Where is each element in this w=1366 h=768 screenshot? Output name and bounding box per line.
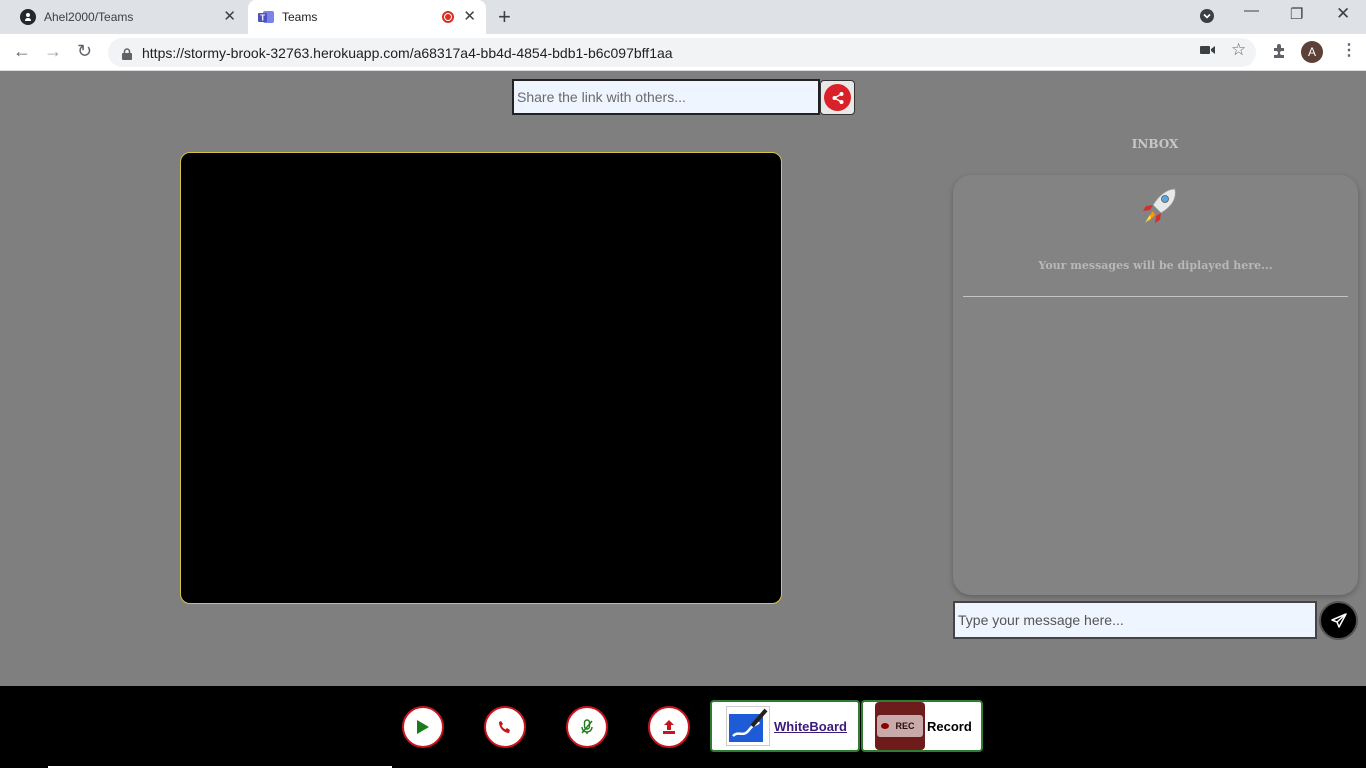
- tab-strip: Ahel2000/Teams ✕ T Teams ✕ + — ❐ ✕: [0, 0, 1366, 34]
- menu-icon[interactable]: ⋮: [1341, 42, 1357, 60]
- control-bar: WhiteBoard REC Record: [0, 686, 1366, 768]
- github-icon: [20, 9, 36, 25]
- message-input[interactable]: [953, 601, 1317, 639]
- share-icon: [824, 84, 851, 111]
- restore-icon[interactable]: ❐: [1290, 5, 1303, 23]
- avatar[interactable]: A: [1301, 41, 1323, 63]
- new-tab-icon[interactable]: +: [498, 6, 511, 28]
- url-text: https://stormy-brook-32763.herokuapp.com…: [142, 44, 673, 61]
- screen-share-button[interactable]: [648, 706, 690, 748]
- bookmark-star-icon[interactable]: ☆: [1231, 41, 1246, 59]
- mic-off-icon: [581, 719, 593, 734]
- window-close-icon[interactable]: ✕: [1336, 4, 1350, 24]
- play-video-button[interactable]: [402, 706, 444, 748]
- record-icon: REC: [875, 702, 925, 750]
- share-button[interactable]: [820, 80, 855, 115]
- tab-search-icon[interactable]: [1199, 8, 1215, 28]
- camera-icon[interactable]: [1200, 43, 1216, 61]
- close-tab-icon[interactable]: ✕: [463, 9, 476, 25]
- mute-mic-button[interactable]: [566, 706, 608, 748]
- inbox-panel: Your messages will be diplayed here...: [953, 175, 1358, 595]
- inbox-empty-message: Your messages will be diplayed here...: [1038, 259, 1273, 272]
- whiteboard-label: WhiteBoard: [774, 718, 847, 734]
- close-tab-icon[interactable]: ✕: [223, 9, 236, 25]
- phone-icon: [499, 721, 510, 733]
- record-badge: REC: [891, 718, 919, 734]
- address-bar[interactable]: https://stormy-brook-32763.herokuapp.com…: [108, 38, 1256, 67]
- end-call-button[interactable]: [484, 706, 526, 748]
- play-icon: [417, 720, 429, 734]
- inbox-divider: [963, 296, 1348, 297]
- tab-title: Teams: [282, 10, 318, 24]
- whiteboard-button[interactable]: WhiteBoard: [710, 700, 860, 752]
- svg-text:T: T: [260, 14, 265, 23]
- lock-icon: [122, 47, 132, 60]
- tab-title: Ahel2000/Teams: [44, 10, 134, 24]
- inbox-title: INBOX: [1131, 137, 1179, 151]
- record-dot-icon: [881, 723, 890, 729]
- upload-icon: [663, 720, 675, 734]
- back-icon[interactable]: ←: [13, 41, 31, 61]
- forward-icon[interactable]: →: [44, 41, 62, 61]
- extensions-icon[interactable]: [1271, 43, 1287, 64]
- tab-teams[interactable]: T Teams ✕: [248, 0, 486, 34]
- recording-indicator-icon: [442, 11, 454, 23]
- tab-github[interactable]: Ahel2000/Teams ✕: [8, 0, 246, 34]
- reload-icon[interactable]: ↻: [77, 41, 92, 61]
- send-button[interactable]: [1319, 601, 1358, 640]
- share-link-input[interactable]: [512, 79, 820, 115]
- record-label: Record: [927, 718, 972, 734]
- video-stream: [180, 152, 782, 604]
- send-icon: [1330, 612, 1347, 628]
- whiteboard-icon: [726, 706, 770, 746]
- minimize-icon[interactable]: —: [1244, 2, 1259, 19]
- record-button[interactable]: REC Record: [861, 700, 983, 752]
- browser-toolbar: ← → ↻ https://stormy-brook-32763.herokua…: [0, 34, 1366, 71]
- teams-icon: T: [258, 9, 274, 25]
- rocket-icon: [1143, 188, 1176, 223]
